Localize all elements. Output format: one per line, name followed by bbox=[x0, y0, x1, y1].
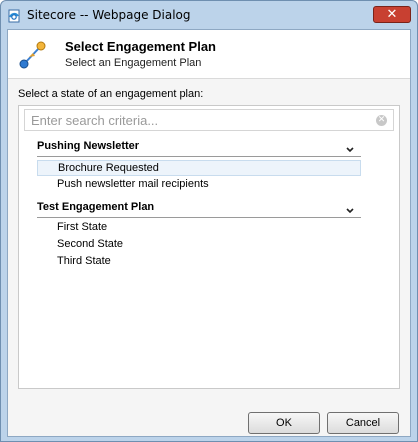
group-header-test-engagement-plan[interactable]: Test Engagement Plan bbox=[37, 200, 361, 218]
window-title: Sitecore -- Webpage Dialog bbox=[27, 8, 191, 22]
dialog-header: Select Engagement Plan Select an Engagem… bbox=[8, 30, 410, 79]
list-item-first-state[interactable]: First State bbox=[37, 220, 361, 236]
ie-page-icon bbox=[7, 8, 21, 23]
list-item-second-state[interactable]: Second State bbox=[37, 237, 361, 253]
group-header-pushing-newsletter[interactable]: Pushing Newsletter bbox=[37, 139, 361, 157]
engagement-plan-tree: ✕ Pushing Newsletter Brochure Requested … bbox=[18, 105, 400, 389]
chevron-down-icon[interactable] bbox=[345, 201, 355, 214]
title-bar[interactable]: Sitecore -- Webpage Dialog ✕ bbox=[1, 1, 417, 29]
dialog-window: Sitecore -- Webpage Dialog ✕ Select Enga… bbox=[0, 0, 418, 442]
group-title: Pushing Newsletter bbox=[37, 140, 140, 152]
group-title: Test Engagement Plan bbox=[37, 201, 155, 213]
dialog-subheading: Select an Engagement Plan bbox=[65, 57, 202, 69]
list-item-push-newsletter-mail-recipients[interactable]: Push newsletter mail recipients bbox=[37, 177, 361, 193]
chevron-down-icon[interactable] bbox=[345, 140, 355, 153]
clear-search-icon[interactable]: ✕ bbox=[376, 115, 387, 126]
pen-tool-icon bbox=[18, 40, 48, 70]
selection-prompt: Select a state of an engagement plan: bbox=[18, 88, 204, 100]
list-item-brochure-requested[interactable]: Brochure Requested bbox=[37, 160, 361, 176]
search-input[interactable] bbox=[25, 110, 367, 130]
ok-button[interactable]: OK bbox=[248, 412, 320, 434]
close-button[interactable]: ✕ bbox=[373, 6, 411, 23]
dialog-heading: Select Engagement Plan bbox=[65, 39, 216, 54]
cancel-button[interactable]: Cancel bbox=[327, 412, 399, 434]
list-item-third-state[interactable]: Third State bbox=[37, 254, 361, 270]
dialog-body: Select Engagement Plan Select an Engagem… bbox=[7, 29, 411, 437]
search-box[interactable]: ✕ bbox=[24, 109, 394, 131]
